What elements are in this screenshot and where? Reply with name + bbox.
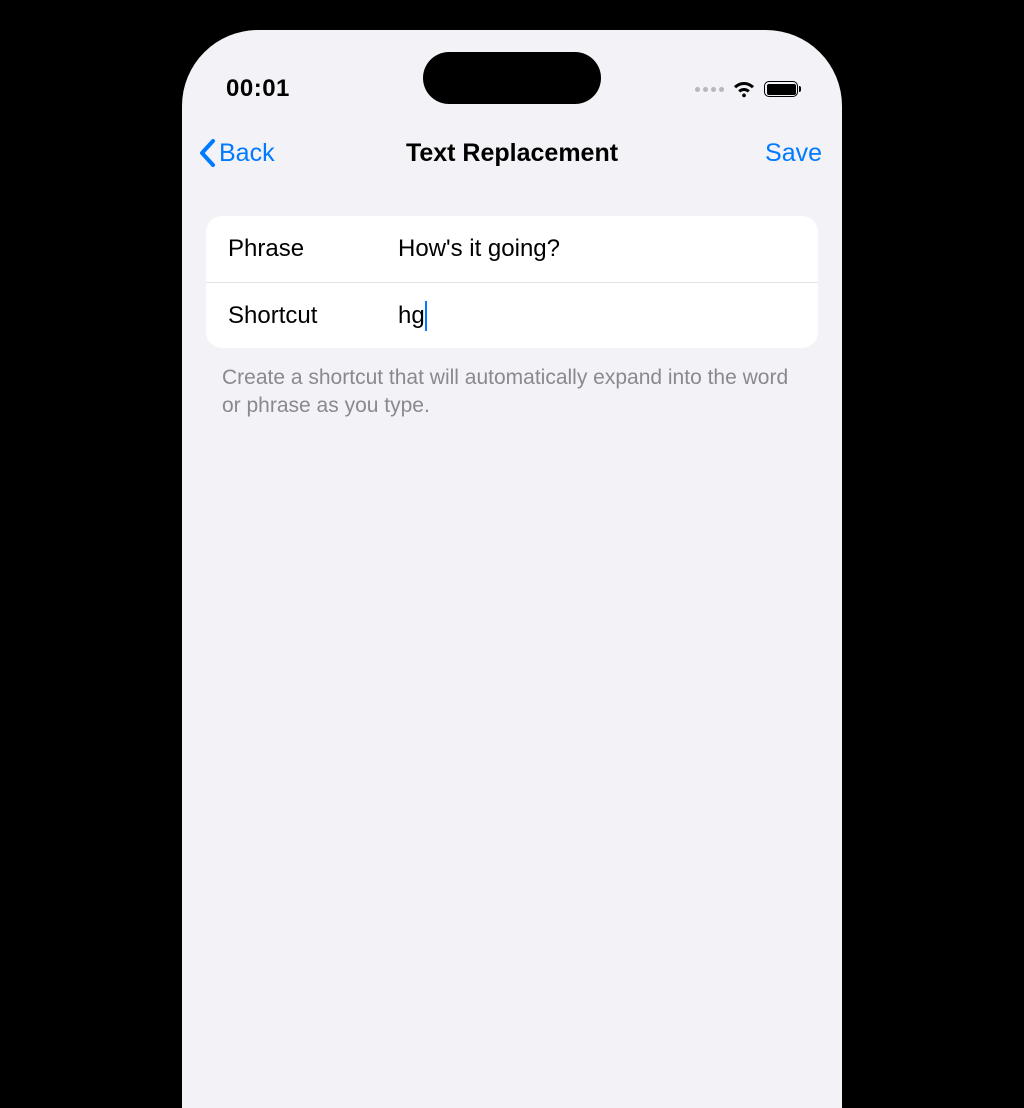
page-title: Text Replacement xyxy=(182,139,842,168)
back-label: Back xyxy=(219,139,275,168)
mute-switch xyxy=(148,252,158,296)
battery-icon xyxy=(764,81,798,97)
phone-side-buttons xyxy=(148,252,158,576)
dynamic-island xyxy=(423,52,601,104)
back-button[interactable]: Back xyxy=(198,138,275,168)
phone-screen: 00:01 xyxy=(182,30,842,1108)
save-button[interactable]: Save xyxy=(765,139,822,168)
status-indicators xyxy=(658,80,798,98)
carrier-dots-icon xyxy=(695,87,724,92)
form-card: Phrase Shortcut hg xyxy=(206,216,818,348)
phrase-input[interactable] xyxy=(398,235,796,263)
phone-frame: 00:01 xyxy=(160,8,864,1108)
shortcut-value: hg xyxy=(398,302,425,330)
navigation-bar: Back Text Replacement Save xyxy=(182,124,842,186)
phrase-row[interactable]: Phrase xyxy=(206,216,818,282)
status-time: 00:01 xyxy=(226,75,346,103)
volume-down-button xyxy=(148,454,158,540)
shortcut-label: Shortcut xyxy=(228,302,398,330)
shortcut-row[interactable]: Shortcut hg xyxy=(206,282,818,348)
footer-help-text: Create a shortcut that will automaticall… xyxy=(222,364,802,421)
shortcut-input[interactable]: hg xyxy=(398,301,796,331)
volume-up-button xyxy=(148,332,158,418)
text-cursor xyxy=(425,301,428,331)
wifi-icon xyxy=(732,80,756,98)
phone-bezel: 00:01 xyxy=(176,24,848,1108)
phrase-label: Phrase xyxy=(228,235,398,263)
chevron-left-icon xyxy=(198,138,217,168)
